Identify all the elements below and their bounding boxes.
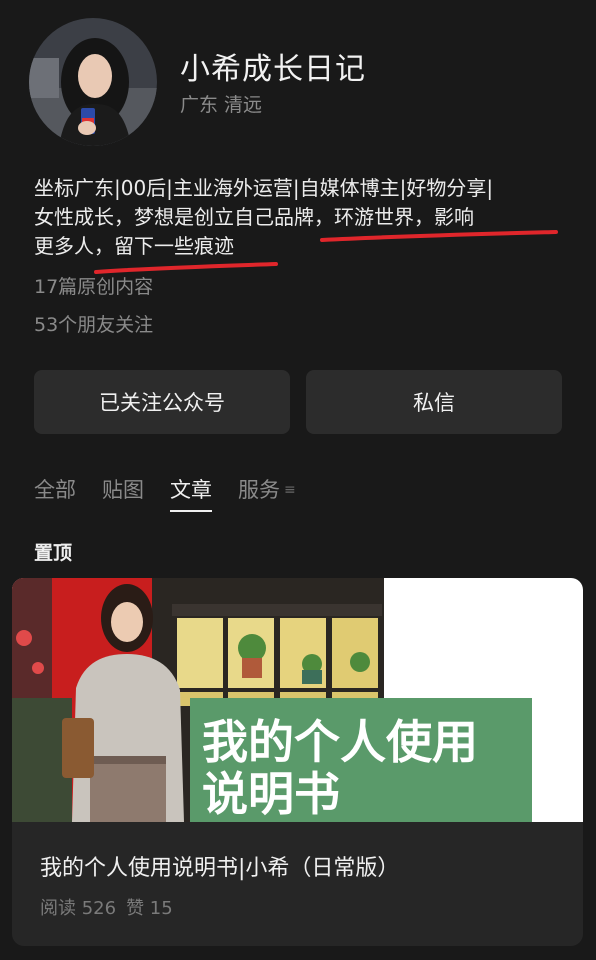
bio-line: 更多人，留下一些痕迹 [34,234,234,258]
menu-icon[interactable]: ≡ [284,482,296,498]
follow-button[interactable]: 已关注公众号 [34,370,290,434]
pinned-section-title: 置顶 [34,542,73,564]
avatar-photo [29,18,157,146]
article-title[interactable]: 我的个人使用说明书|小希（日常版） [40,850,399,882]
article-meta: 阅读 526 赞 15 [40,894,173,920]
message-button[interactable]: 私信 [306,370,562,434]
content-tabs: 全部 贴图 文章 服务 ≡ [34,474,296,512]
tab-services[interactable]: 服务 [238,474,280,512]
article-thumbnail: 我的个人使用 说明书 [12,578,583,822]
thumbnail-text: 我的个人使用 [202,715,478,769]
tab-images[interactable]: 贴图 [102,474,144,512]
avatar[interactable] [29,18,157,146]
followers-count[interactable]: 53个朋友关注 [34,310,153,337]
bio-line: 坐标广东|00后|主业海外运营|自媒体博主|好物分享| [34,176,494,200]
profile-bio: 坐标广东|00后|主业海外运营|自媒体博主|好物分享| 女性成长，梦想是创立自己… [34,174,570,261]
tab-articles[interactable]: 文章 [170,474,212,512]
profile-name: 小希成长日记 [180,52,366,87]
original-count: 17篇原创内容 [34,276,154,298]
tab-all[interactable]: 全部 [34,474,76,512]
pinned-article-card[interactable]: 我的个人使用 说明书 我的个人使用说明书|小希（日常版） 阅读 526 赞 15 [12,578,583,946]
like-count: 赞 15 [126,898,173,919]
bio-line: 女性成长，梦想是创立自己品牌，环游世界，影响 [34,205,474,229]
thumbnail-text: 说明书 [202,767,340,821]
profile-location: 广东 清远 [180,94,263,116]
read-count: 阅读 526 [40,898,117,919]
